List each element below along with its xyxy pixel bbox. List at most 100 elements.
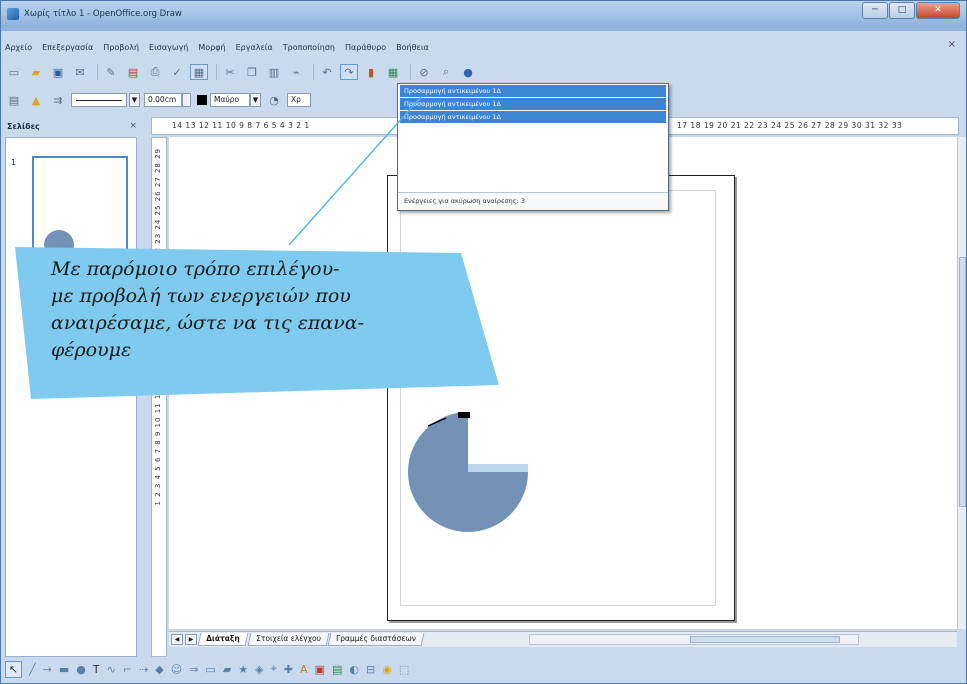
- slides-pane-header: Σελίδες ×: [5, 117, 141, 135]
- menu-help[interactable]: Βοήθεια: [396, 43, 429, 52]
- edit-file-icon[interactable]: ✎: [102, 64, 120, 80]
- line-tool-icon[interactable]: ╱: [29, 663, 36, 676]
- table-icon[interactable]: ▦: [384, 64, 402, 80]
- glue-points-icon[interactable]: ✚: [284, 663, 293, 676]
- close-document-button[interactable]: ×: [948, 39, 956, 50]
- arrow-tool-icon[interactable]: →: [43, 663, 52, 676]
- line-width-field[interactable]: 0.00cm: [144, 93, 182, 107]
- redo-icon[interactable]: ↷: [340, 64, 358, 80]
- menu-modify[interactable]: Τροποποίηση: [283, 43, 335, 52]
- save-icon[interactable]: ▣: [49, 64, 67, 80]
- pie-shape[interactable]: [408, 412, 538, 542]
- window-controls: ─ □ ✕: [861, 2, 960, 19]
- chart-icon[interactable]: ▮: [362, 64, 380, 80]
- ellipse-tool-icon[interactable]: ●: [76, 663, 86, 676]
- flowchart-icon[interactable]: ▭: [205, 663, 215, 676]
- curve-tool-icon[interactable]: ∿: [107, 663, 116, 676]
- area-style-select[interactable]: Χρ: [287, 93, 311, 107]
- menu-tools[interactable]: Εργαλεία: [236, 43, 273, 52]
- drawing-toolbar: ↖ ╱ → ▬ ● T ∿ ⌐ ⇢ ◆ ☺ ⇒ ▭ ▰ ★ ◈ ⌖ ✚ A ▣ …: [5, 657, 960, 681]
- vertical-ruler[interactable]: 1 2 3 4 5 6 7 8 9 10 11 12 13 14 15 16 1…: [151, 137, 167, 657]
- menu-edit[interactable]: Επεξεργασία: [42, 43, 93, 52]
- rectangle-tool-icon[interactable]: ▬: [59, 663, 69, 676]
- fontwork-icon[interactable]: A: [300, 663, 308, 676]
- page-margin-guide: [400, 190, 716, 606]
- basic-shapes-icon[interactable]: ◆: [155, 663, 163, 676]
- from-file-icon[interactable]: ▣: [315, 663, 325, 676]
- line-icon[interactable]: ▲: [27, 92, 45, 108]
- app-window: Χωρίς τίτλο 1 - OpenOffice.org Draw ─ □ …: [0, 0, 967, 684]
- undo-icon[interactable]: ↶: [318, 64, 336, 80]
- menu-file[interactable]: Αρχείο: [5, 43, 32, 52]
- cut-icon[interactable]: ✂: [221, 64, 239, 80]
- block-arrows-icon[interactable]: ⇒: [189, 663, 198, 676]
- styles-icon[interactable]: ▤: [5, 92, 23, 108]
- menu-insert[interactable]: Εισαγωγή: [149, 43, 188, 52]
- slides-pane: 1: [5, 137, 137, 657]
- stars-icon[interactable]: ★: [238, 663, 248, 676]
- line-color-select[interactable]: Μαύρο: [210, 93, 250, 107]
- 3d-objects-icon[interactable]: ◈: [255, 663, 263, 676]
- autospell-icon[interactable]: ▦: [190, 64, 208, 80]
- ruler-ticks-left: 14 13 12 11 10 9 8 7 6 5 4 3 2 1: [172, 121, 310, 130]
- arrange-icon[interactable]: ◉: [382, 663, 392, 676]
- lines-arrows-icon[interactable]: ⇢: [139, 663, 148, 676]
- gallery-icon[interactable]: ▤: [332, 663, 342, 676]
- selection-handle[interactable]: [458, 412, 470, 418]
- open-folder-icon[interactable]: ▰: [27, 64, 45, 80]
- area-style-icon[interactable]: ◔: [265, 92, 283, 108]
- paste-icon[interactable]: ▥: [265, 64, 283, 80]
- help-icon[interactable]: ●: [459, 64, 477, 80]
- line-style-select[interactable]: [71, 93, 127, 107]
- line-width-spinner[interactable]: [182, 93, 191, 107]
- callouts-icon[interactable]: ▰: [223, 663, 231, 676]
- redo-action-item[interactable]: Προσαρμογή αντικειμένου 1Δ: [400, 85, 666, 97]
- email-icon[interactable]: ✉: [71, 64, 89, 80]
- connector-tool-icon[interactable]: ⌐: [123, 663, 132, 676]
- vertical-scrollbar[interactable]: [957, 137, 966, 629]
- select-tool-icon[interactable]: ↖: [5, 660, 22, 678]
- horizontal-scrollbar[interactable]: [529, 634, 859, 645]
- navigator-icon[interactable]: ⊘: [415, 64, 433, 80]
- maximize-button[interactable]: □: [889, 2, 915, 19]
- menu-format[interactable]: Μορφή: [198, 43, 225, 52]
- horizontal-scroll-thumb[interactable]: [690, 636, 840, 643]
- chevron-down-icon[interactable]: ▼: [129, 93, 140, 107]
- new-document-icon[interactable]: ▭: [5, 64, 23, 80]
- tab-dimension-lines[interactable]: Γραμμές διαστάσεων: [328, 633, 425, 646]
- chevron-down-icon[interactable]: ▼: [250, 93, 261, 107]
- menu-window[interactable]: Παράθυρο: [345, 43, 386, 52]
- minimize-button[interactable]: ─: [862, 2, 888, 19]
- slide-thumbnail[interactable]: [32, 156, 128, 264]
- first-tab-button[interactable]: ◀: [171, 634, 183, 645]
- redo-action-item[interactable]: Προσαρμογή αντικειμένου 1Δ: [400, 111, 666, 123]
- drawing-page[interactable]: [387, 175, 735, 621]
- print-icon[interactable]: ⎙: [146, 64, 164, 80]
- tab-layout[interactable]: Διάταξη: [197, 633, 248, 646]
- zoom-icon[interactable]: ⌕: [437, 64, 455, 80]
- redo-count-status: Ενέργειες για ακύρωση αναίρεσης: 3: [398, 192, 668, 210]
- window-title: Χωρίς τίτλο 1 - OpenOffice.org Draw: [24, 9, 182, 19]
- tab-controls[interactable]: Στοιχεία ελέγχου: [247, 633, 329, 646]
- clone-format-icon[interactable]: ⌁: [287, 64, 305, 80]
- extrusion-icon[interactable]: ◐: [349, 663, 359, 676]
- menu-view[interactable]: Προβολή: [103, 43, 139, 52]
- text-tool-icon[interactable]: T: [93, 663, 100, 676]
- spellcheck-icon[interactable]: ✓: [168, 64, 186, 80]
- shadow-icon[interactable]: ⬚: [399, 663, 409, 676]
- align-icon[interactable]: ⊟: [366, 663, 375, 676]
- points-icon[interactable]: ⌖: [271, 662, 277, 676]
- copy-icon[interactable]: ❐: [243, 64, 261, 80]
- line-fill-toolbar: ▤ ▲ ⇉ ▼ 0.00cm Μαύρο ▼ ◔ Χρ: [5, 89, 405, 111]
- next-tab-button[interactable]: ▶: [185, 634, 197, 645]
- pie-highlight-band: [468, 464, 528, 472]
- redo-action-item[interactable]: Προσαρμογή αντικειμένου 1Δ: [400, 98, 666, 110]
- slide-number: 1: [11, 158, 17, 167]
- arrow-style-icon[interactable]: ⇉: [49, 92, 67, 108]
- menu-bar: Αρχείο Επεξεργασία Προβολή Εισαγωγή Μορφ…: [5, 39, 960, 56]
- symbol-shapes-icon[interactable]: ☺: [171, 663, 182, 676]
- close-window-button[interactable]: ✕: [916, 2, 960, 19]
- export-pdf-icon[interactable]: ▤: [124, 64, 142, 80]
- close-pane-button[interactable]: ×: [129, 121, 137, 131]
- vertical-scroll-thumb[interactable]: [959, 257, 966, 507]
